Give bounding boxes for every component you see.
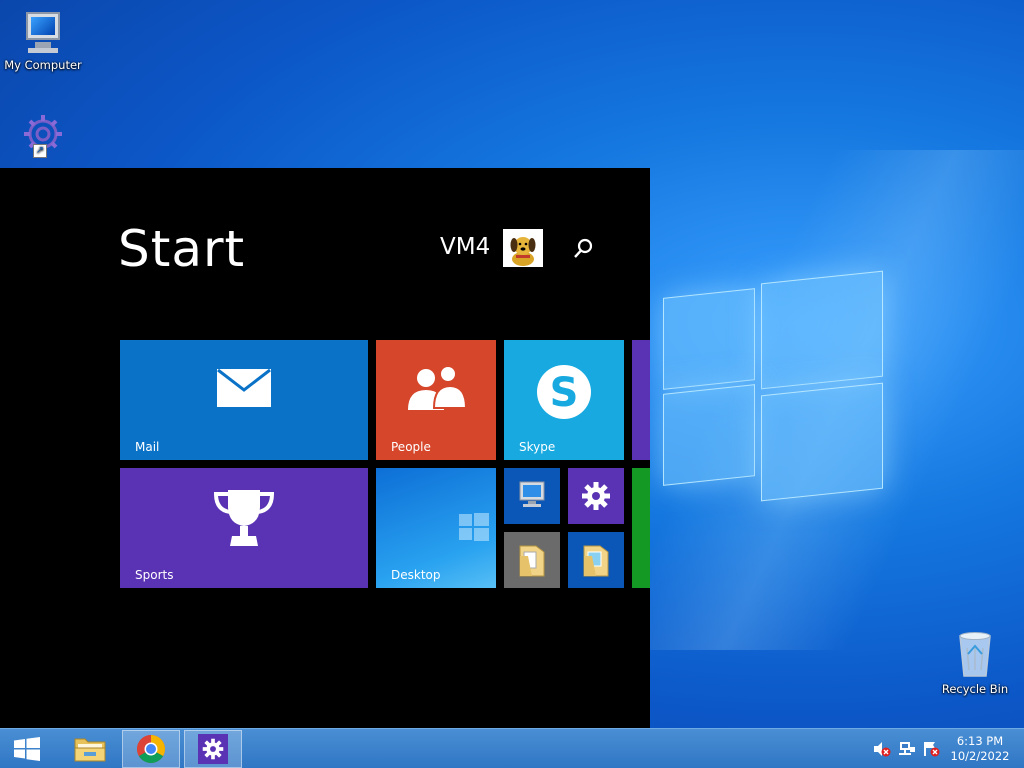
folder-documents-icon [518, 542, 546, 582]
windows-logo-icon [458, 512, 490, 546]
gear-icon [581, 481, 611, 515]
tile-small-documents[interactable] [504, 532, 560, 588]
skype-icon: S [504, 362, 624, 422]
search-icon [574, 238, 593, 258]
clock-date: 10/2/2022 [950, 749, 1010, 763]
settings-gear-icon [198, 734, 228, 764]
tile-partial-green[interactable] [632, 468, 650, 588]
desktop-icon-recycle-bin[interactable]: Recycle Bin [932, 630, 1018, 696]
volume-muted-icon[interactable] [873, 741, 891, 757]
file-explorer-icon [74, 738, 106, 762]
user-avatar[interactable] [503, 229, 543, 267]
tile-partial-purple[interactable] [632, 340, 650, 460]
tile-small-settings[interactable] [568, 468, 624, 524]
computer-icon [20, 8, 66, 56]
tile-small-computer[interactable] [504, 468, 560, 524]
trophy-icon [120, 484, 368, 552]
search-button[interactable] [570, 236, 596, 262]
wallpaper-windows-logo [655, 265, 890, 505]
tile-label: Sports [135, 568, 174, 582]
start-button[interactable] [0, 730, 54, 768]
tile-skype[interactable]: S Skype [504, 340, 624, 460]
taskbar-clock[interactable]: 6:13 PM 10/2/2022 [940, 734, 1020, 764]
desktop-icon-label: My Computer [4, 58, 82, 72]
tile-label: People [391, 440, 431, 454]
tile-sports[interactable]: Sports [120, 468, 368, 588]
chrome-icon [137, 735, 165, 763]
user-name[interactable]: VM4 [440, 234, 490, 260]
tile-mail[interactable]: Mail [120, 340, 368, 460]
tile-people[interactable]: People [376, 340, 496, 460]
tile-label: Mail [135, 440, 160, 454]
tile-label: Skype [519, 440, 556, 454]
desktop-icon-label: Recycle Bin [941, 682, 1009, 696]
start-title: Start [118, 220, 246, 278]
shortcut-arrow-icon: ↗ [33, 144, 47, 158]
mail-icon [120, 368, 368, 408]
desktop-icon-shortcut[interactable]: ↗ [0, 112, 86, 168]
start-screen: Start VM4 Mail People S Skype Sports Des… [0, 168, 650, 728]
windows-start-icon [14, 737, 40, 761]
action-center-alert-icon[interactable] [922, 741, 940, 757]
tile-label: Desktop [391, 568, 441, 582]
recycle-bin-icon [955, 630, 995, 680]
tile-small-pictures[interactable] [568, 532, 624, 588]
people-icon [376, 364, 496, 412]
taskbar-file-explorer-button[interactable] [62, 730, 118, 768]
taskbar-chrome-button[interactable] [122, 730, 180, 768]
gear-shortcut-icon: ↗ [19, 112, 67, 160]
taskbar-settings-button[interactable] [184, 730, 242, 768]
desktop-icon-my-computer[interactable]: My Computer [0, 8, 86, 72]
taskbar: 6:13 PM 10/2/2022 [0, 728, 1024, 768]
computer-icon [516, 480, 548, 514]
svg-text:S: S [550, 370, 579, 416]
network-icon[interactable] [898, 741, 916, 757]
clock-time: 6:13 PM [956, 734, 1004, 748]
tile-desktop[interactable]: Desktop [376, 468, 496, 588]
folder-pictures-icon [582, 542, 610, 582]
